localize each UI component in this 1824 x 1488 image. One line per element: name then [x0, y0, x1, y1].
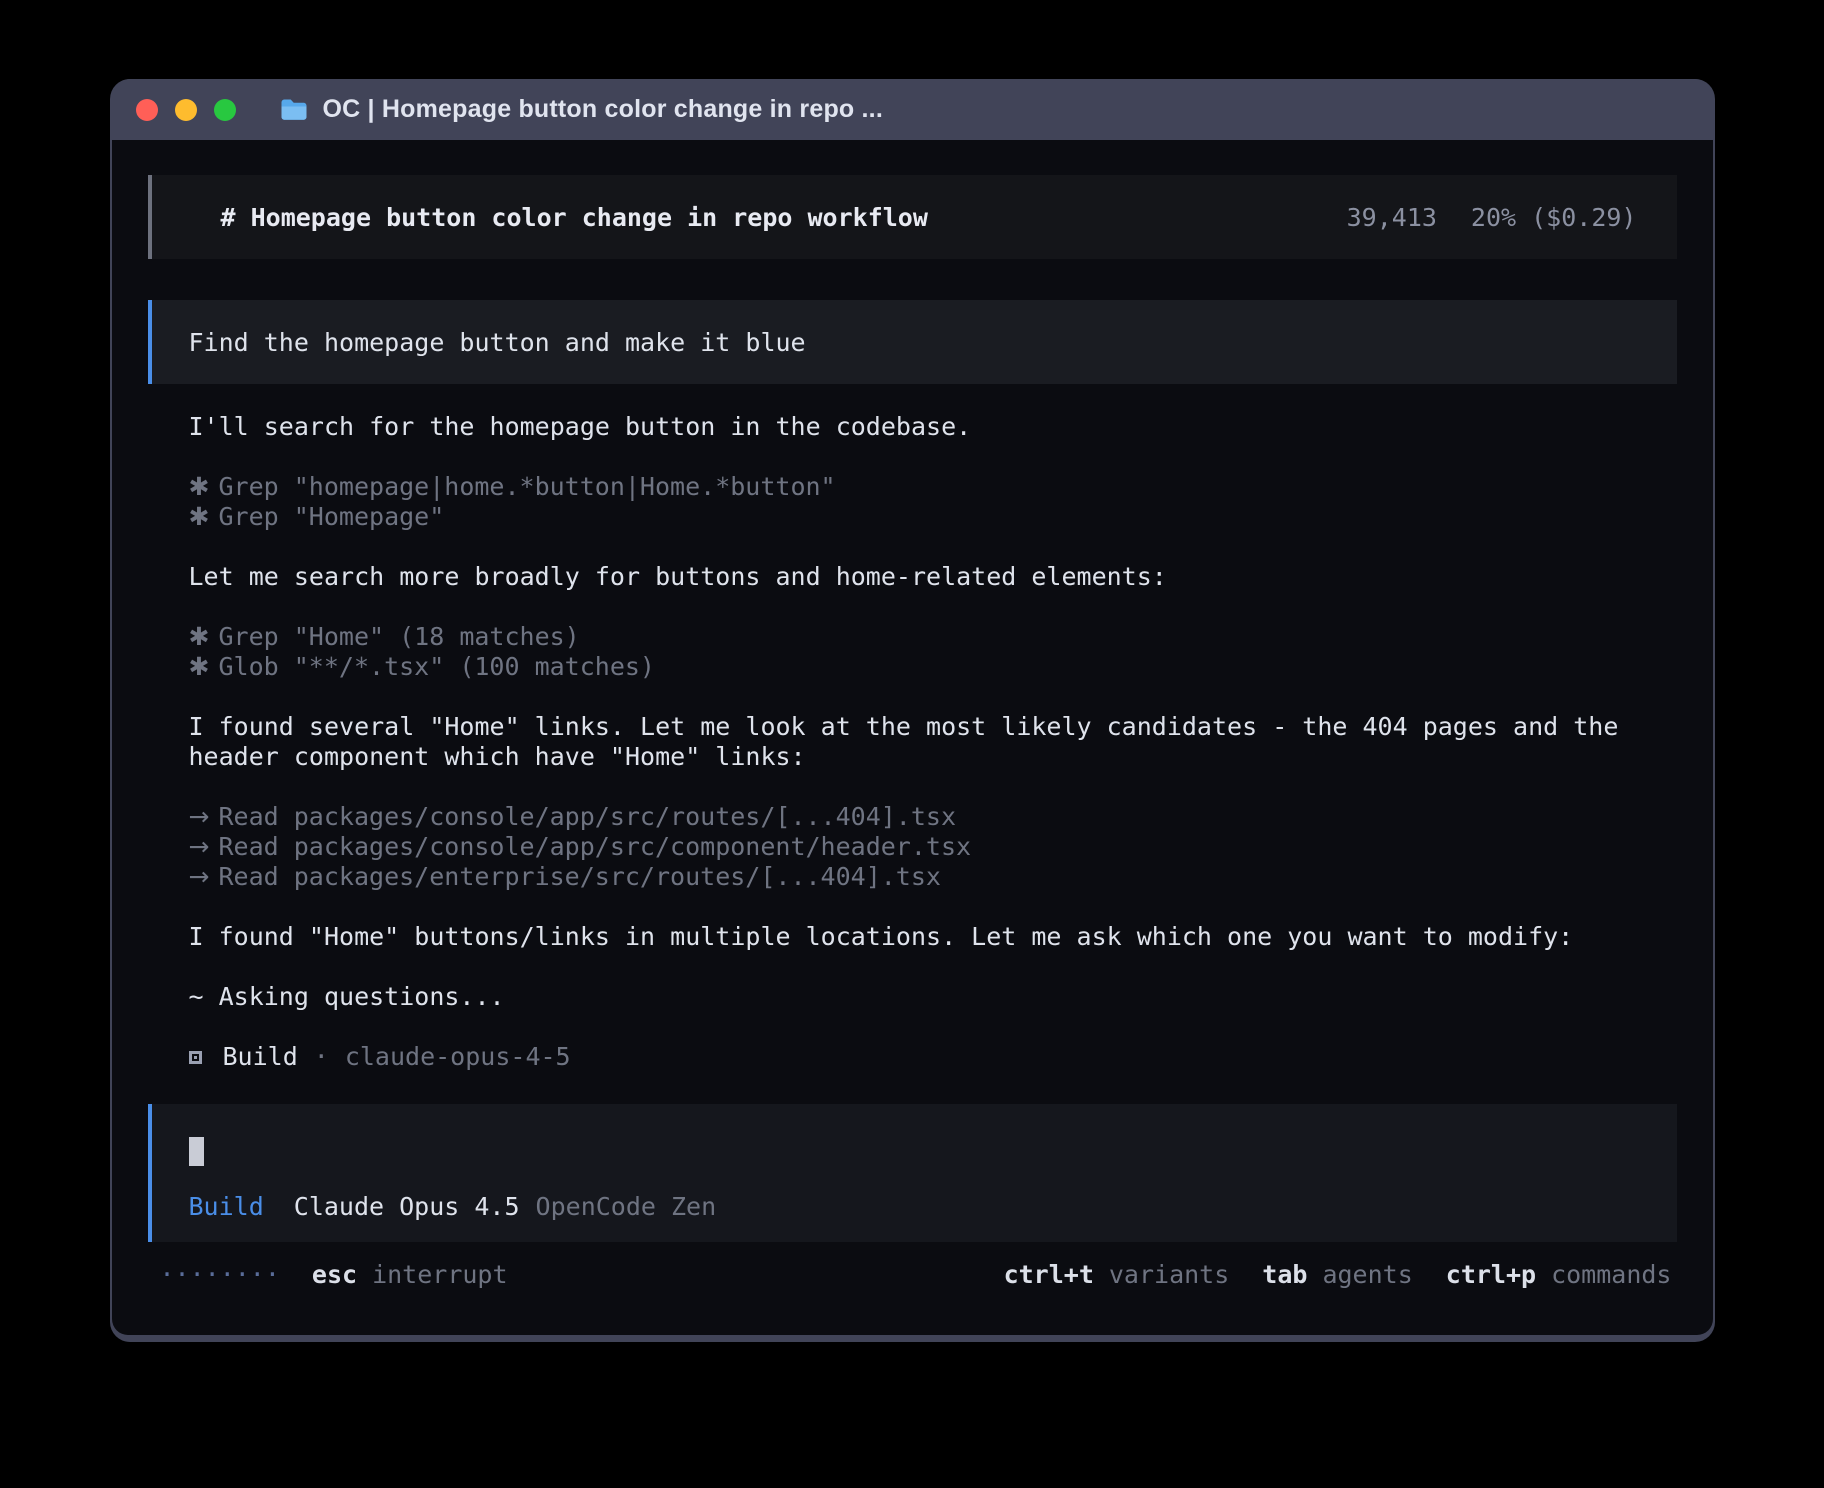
agent-model: claude-opus-4-5 — [345, 1042, 571, 1072]
traffic-lights — [136, 99, 236, 121]
terminal-window: OC | Homepage button color change in rep… — [110, 79, 1715, 1342]
user-message-panel: Find the homepage button and make it blu… — [148, 300, 1677, 384]
session-header: # Homepage button color change in repo w… — [148, 175, 1677, 259]
agents-label: agents — [1322, 1260, 1412, 1290]
tool-call-text: Grep "Homepage" — [219, 502, 445, 532]
assistant-text: I found several "Home" links. Let me loo… — [189, 712, 1636, 772]
conversation: I'll search for the homepage button in t… — [148, 412, 1677, 1072]
variants-label: variants — [1109, 1260, 1229, 1290]
tool-pending-icon: ✱ — [189, 622, 204, 652]
tool-pending-icon: ✱ — [189, 652, 204, 682]
tool-pending-icon: ✱ — [189, 502, 204, 532]
zoom-button[interactable] — [214, 99, 236, 121]
session-title: # Homepage button color change in repo w… — [221, 203, 928, 232]
prompt-input-panel[interactable]: Build Claude Opus 4.5 OpenCode Zen — [148, 1104, 1677, 1242]
tool-call-line: ✱ Glob "**/*.tsx" (100 matches) — [189, 652, 1636, 682]
window-title: OC | Homepage button color change in rep… — [323, 95, 883, 124]
input-provider-label: OpenCode Zen — [536, 1192, 717, 1222]
tool-call-text: Grep "homepage|home.*button|Home.*button… — [219, 472, 836, 502]
tool-call-text: Grep "Home" (18 matches) — [219, 622, 580, 652]
user-message-text: Find the homepage button and make it blu… — [189, 328, 806, 357]
minimize-button[interactable] — [175, 99, 197, 121]
interrupt-label: interrupt — [372, 1260, 507, 1290]
input-mode-label[interactable]: Build — [189, 1192, 264, 1222]
asking-questions-status: ~ Asking questions... — [189, 982, 1636, 1012]
text-cursor — [189, 1137, 204, 1166]
input-model-label[interactable]: Claude Opus 4.5 — [294, 1192, 520, 1222]
tool-call-text: Read packages/enterprise/src/routes/[...… — [219, 862, 941, 892]
tool-call-line: → Read packages/console/app/src/routes/[… — [189, 802, 1636, 832]
tab-key-hint: tab — [1262, 1260, 1307, 1290]
tool-call-line: → Read packages/console/app/src/componen… — [189, 832, 1636, 862]
esc-key-hint: esc — [312, 1260, 357, 1290]
context-cost: 20% ($0.29) — [1471, 203, 1637, 232]
agent-square-icon — [189, 1051, 202, 1064]
tool-call-line: ✱ Grep "Homepage" — [189, 502, 1636, 532]
assistant-text: I found "Home" buttons/links in multiple… — [189, 922, 1636, 952]
tool-call-line: ✱ Grep "homepage|home.*button|Home.*butt… — [189, 472, 1636, 502]
arrow-right-icon: → — [189, 862, 204, 892]
terminal-content: # Homepage button color change in repo w… — [112, 140, 1713, 1335]
arrow-right-icon: → — [189, 802, 204, 832]
tool-call-line: → Read packages/enterprise/src/routes/[.… — [189, 862, 1636, 892]
ctrl-p-key-hint: ctrl+p — [1446, 1260, 1536, 1290]
tool-call-line: ✱ Grep "Home" (18 matches) — [189, 622, 1636, 652]
commands-label: commands — [1551, 1260, 1671, 1290]
ctrl-t-key-hint: ctrl+t — [1004, 1260, 1094, 1290]
assistant-text: I'll search for the homepage button in t… — [189, 412, 1636, 442]
close-button[interactable] — [136, 99, 158, 121]
shortcut-agents: tab agents — [1262, 1260, 1412, 1290]
tool-pending-icon: ✱ — [189, 472, 204, 502]
agent-name: Build — [223, 1042, 298, 1072]
tool-call-group: → Read packages/console/app/src/routes/[… — [189, 802, 1636, 892]
tool-call-group: ✱ Grep "Home" (18 matches) ✱ Glob "**/*.… — [189, 622, 1636, 682]
tool-call-text: Read packages/console/app/src/component/… — [219, 832, 972, 862]
session-stats: 39,413 20% ($0.29) — [1347, 203, 1637, 232]
shortcut-commands: ctrl+p commands — [1446, 1260, 1672, 1290]
token-count: 39,413 — [1347, 203, 1437, 232]
tool-call-text: Read packages/console/app/src/routes/[..… — [219, 802, 957, 832]
status-bar-left: ········ esc interrupt — [160, 1260, 508, 1290]
agent-status-line: Build · claude-opus-4-5 — [189, 1042, 1636, 1072]
arrow-right-icon: → — [189, 832, 204, 862]
input-meta: Build Claude Opus 4.5 OpenCode Zen — [189, 1192, 1637, 1222]
status-bar: ········ esc interrupt ctrl+t variants t… — [148, 1260, 1677, 1290]
window-titlebar[interactable]: OC | Homepage button color change in rep… — [112, 79, 1713, 140]
tool-call-text: Glob "**/*.tsx" (100 matches) — [219, 652, 656, 682]
assistant-text: Let me search more broadly for buttons a… — [189, 562, 1636, 592]
tool-call-group: ✱ Grep "homepage|home.*button|Home.*butt… — [189, 472, 1636, 532]
separator-dot: · — [314, 1042, 329, 1072]
status-bar-right: ctrl+t variants tab agents ctrl+p comman… — [1004, 1260, 1672, 1290]
shortcut-variants: ctrl+t variants — [1004, 1260, 1230, 1290]
folder-icon — [280, 98, 308, 121]
spinner-dots: ········ — [160, 1260, 280, 1290]
